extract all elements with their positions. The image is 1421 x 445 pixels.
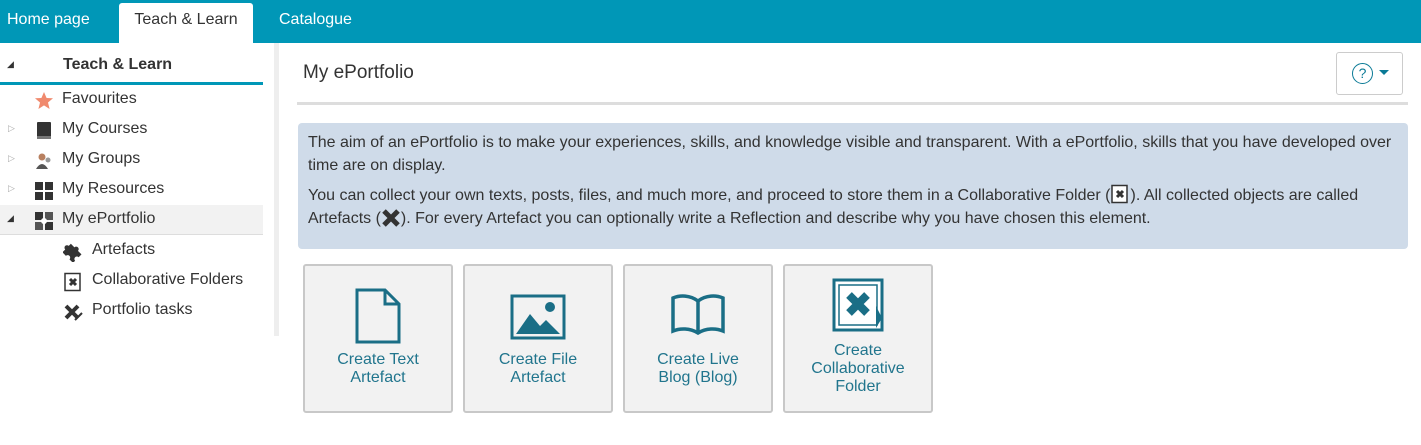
create-file-artefact-button[interactable]: Create File Artefact: [463, 264, 613, 413]
sidebar-subitem-collaborative-folders[interactable]: Collaborative Folders: [0, 266, 263, 296]
title-divider: [297, 102, 1408, 105]
sidebar-item-my-eportfolio[interactable]: ◢ My ePortfolio: [0, 205, 263, 235]
expand-caret-icon[interactable]: ▷: [8, 153, 15, 164]
card-label: Blog (Blog): [658, 369, 738, 386]
puzzle-icon: [382, 209, 400, 227]
sidebar-item-label: Favourites: [62, 90, 137, 107]
eportfolio-icon: [35, 212, 53, 230]
book-icon: [37, 122, 51, 139]
create-collaborative-folder-button[interactable]: Create Collaborative Folder: [783, 264, 933, 413]
sidebar: ◢ Teach & Learn Favourites ▷ My Courses …: [0, 43, 280, 445]
sidebar-item-label: My ePortfolio: [62, 210, 156, 227]
tab-catalogue[interactable]: Catalogue: [279, 0, 352, 43]
grid-icon: [35, 182, 53, 200]
card-label: Create File: [498, 351, 578, 368]
sidebar-subitem-portfolio-tasks[interactable]: Portfolio tasks: [0, 296, 263, 326]
info-paragraph: You can collect your own texts, posts, f…: [308, 184, 1398, 230]
info-paragraph: The aim of an ePortfolio is to make your…: [308, 134, 1392, 174]
page-title: My ePortfolio: [303, 62, 414, 83]
card-label: Create Live: [657, 351, 739, 368]
folder-puzzle-icon: [1111, 184, 1129, 204]
caret-down-icon: [1379, 70, 1389, 75]
collapse-caret-icon[interactable]: ◢: [7, 59, 14, 70]
sidebar-header-title: Teach & Learn: [63, 56, 173, 73]
group-icon: [36, 153, 51, 169]
card-label: Create: [833, 342, 883, 359]
sidebar-item-my-groups[interactable]: ▷ My Groups: [0, 145, 263, 175]
info-text: You can collect your own texts, posts, f…: [308, 187, 1111, 204]
create-text-artefact-button[interactable]: Create Text Artefact: [303, 264, 453, 413]
sidebar-item-my-courses[interactable]: ▷ My Courses: [0, 115, 263, 145]
folder-puzzle-icon: [64, 272, 81, 292]
sidebar-subitem-label: Portfolio tasks: [92, 301, 193, 318]
folder-puzzle-icon: [832, 278, 884, 332]
sidebar-item-label: My Groups: [62, 150, 141, 167]
top-navigation: Home page Teach & Learn Catalogue: [0, 0, 1421, 43]
info-text: ). For every Artefact you can optionally…: [400, 210, 1151, 227]
sidebar-subitem-label: Collaborative Folders: [92, 271, 244, 288]
open-book-icon: [671, 294, 725, 335]
puzzle-icon: [63, 243, 82, 262]
card-label: Collaborative: [811, 360, 905, 377]
info-panel: The aim of an ePortfolio is to make your…: [298, 123, 1408, 249]
card-label: Artefact: [350, 369, 406, 386]
sidebar-header[interactable]: ◢ Teach & Learn: [0, 51, 263, 85]
star-icon: [35, 92, 53, 109]
card-label: Artefact: [510, 369, 566, 386]
expand-caret-icon[interactable]: ▷: [8, 123, 15, 134]
collapse-caret-icon[interactable]: ◢: [7, 213, 14, 224]
sidebar-subitem-label: Artefacts: [92, 241, 156, 258]
sidebar-item-label: My Courses: [62, 120, 148, 137]
document-icon: [355, 288, 401, 344]
sidebar-item-label: My Resources: [62, 180, 165, 197]
sidebar-item-my-resources[interactable]: ▷ My Resources: [0, 175, 263, 205]
create-live-blog-button[interactable]: Create Live Blog (Blog): [623, 264, 773, 413]
sidebar-resize-handle[interactable]: [274, 43, 279, 336]
puzzle-pen-icon: [64, 304, 83, 321]
card-label: Create Text: [337, 351, 419, 368]
tab-home-page[interactable]: Home page: [7, 0, 90, 43]
tab-teach-learn[interactable]: Teach & Learn: [119, 3, 253, 43]
question-circle-icon: ?: [1352, 63, 1373, 84]
help-button[interactable]: ?: [1336, 52, 1403, 95]
sidebar-item-favourites[interactable]: Favourites: [0, 85, 263, 115]
image-icon: [510, 294, 566, 340]
expand-caret-icon[interactable]: ▷: [8, 183, 15, 194]
sidebar-subitem-artefacts[interactable]: Artefacts: [0, 236, 263, 266]
card-label: Folder: [835, 378, 881, 395]
